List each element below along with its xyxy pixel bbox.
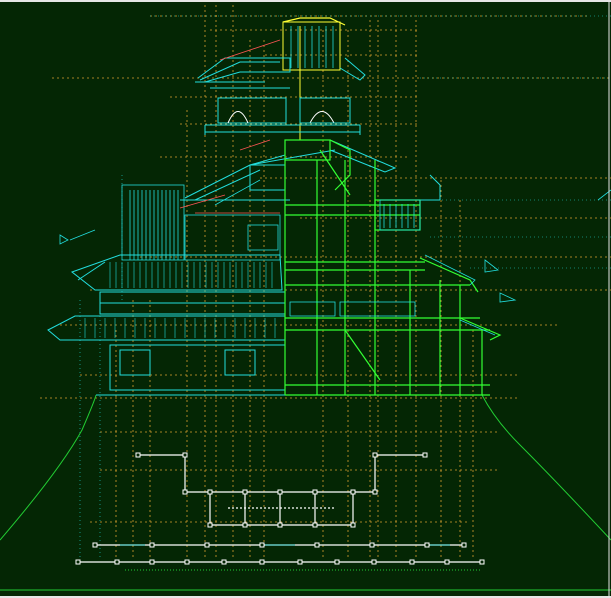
- cad-drawing-viewport[interactable]: [0, 0, 611, 598]
- drawing-canvas[interactable]: [0, 0, 611, 598]
